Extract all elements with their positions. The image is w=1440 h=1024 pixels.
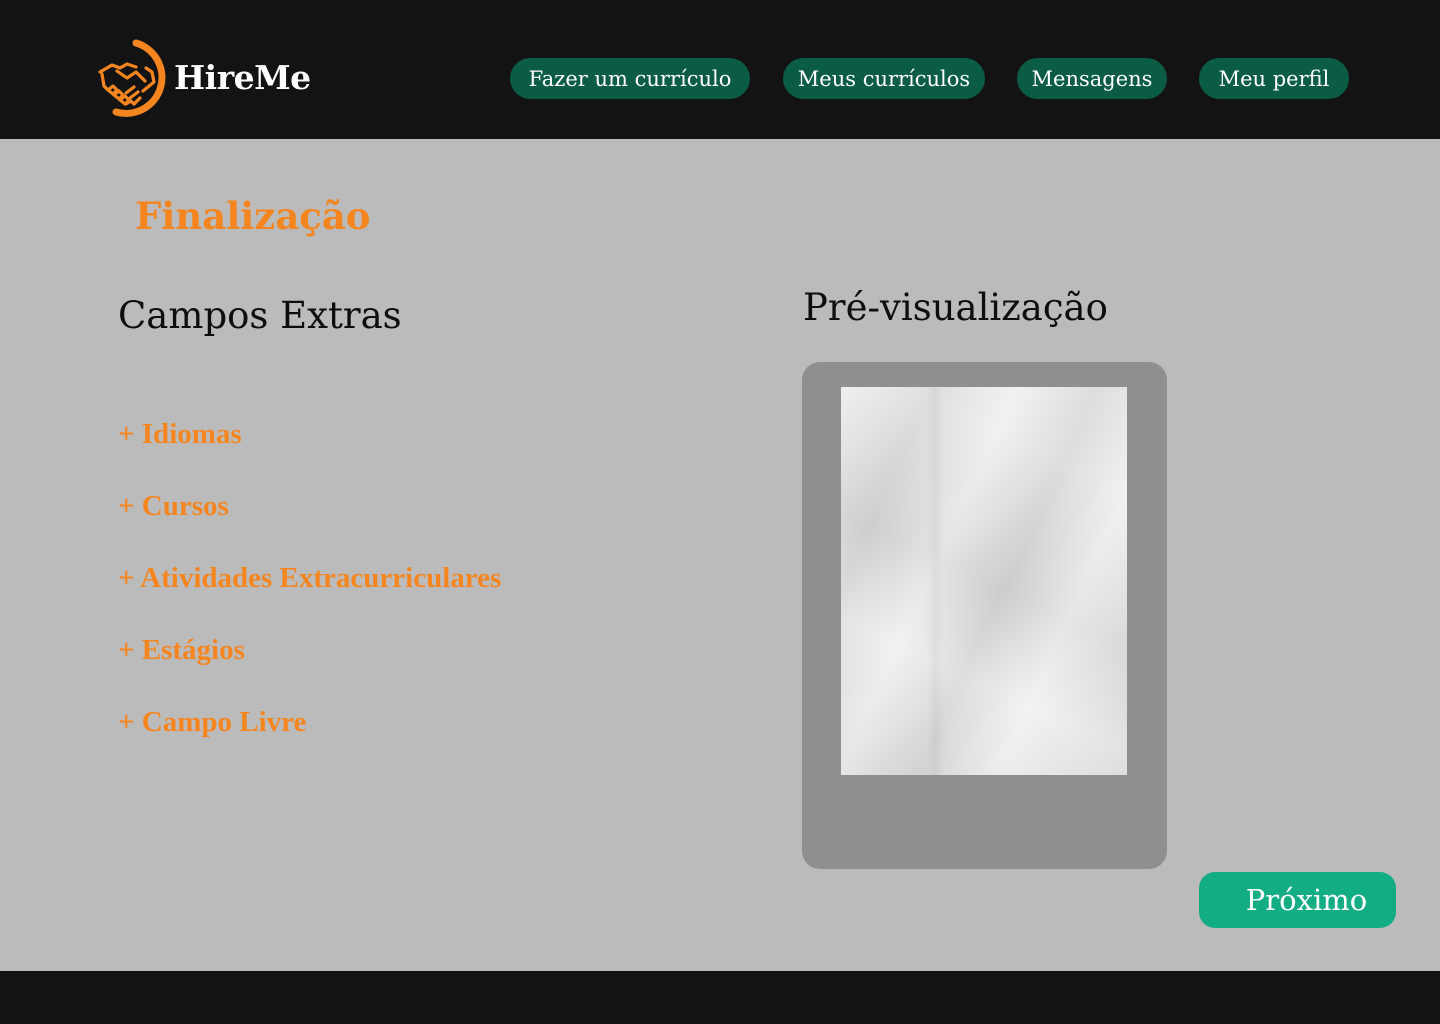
add-atividades-link[interactable]: + Atividades Extracurriculares (118, 562, 501, 595)
brand-name: HireMe (174, 58, 311, 97)
extras-heading: Campos Extras (118, 294, 402, 337)
next-button[interactable]: Próximo (1199, 872, 1396, 928)
top-header: HireMe Fazer um currículo Meus currículo… (0, 0, 1440, 139)
add-idiomas-link[interactable]: + Idiomas (118, 418, 242, 451)
resume-preview-page (841, 387, 1127, 775)
handshake-icon[interactable] (96, 38, 168, 120)
nav-button-meus-curriculos[interactable]: Meus currículos (783, 58, 985, 99)
preview-heading: Pré-visualização (803, 286, 1108, 329)
nav-button-meu-perfil[interactable]: Meu perfil (1199, 58, 1349, 99)
add-campo-livre-link[interactable]: + Campo Livre (118, 706, 306, 739)
add-cursos-link[interactable]: + Cursos (118, 490, 229, 523)
nav-button-mensagens[interactable]: Mensagens (1017, 58, 1167, 99)
add-estagios-link[interactable]: + Estágios (118, 634, 245, 667)
resume-preview-frame (802, 362, 1167, 869)
footer-bar (0, 971, 1440, 1024)
nav-button-fazer-curriculo[interactable]: Fazer um currículo (510, 58, 750, 99)
page-title: Finalização (135, 194, 371, 238)
